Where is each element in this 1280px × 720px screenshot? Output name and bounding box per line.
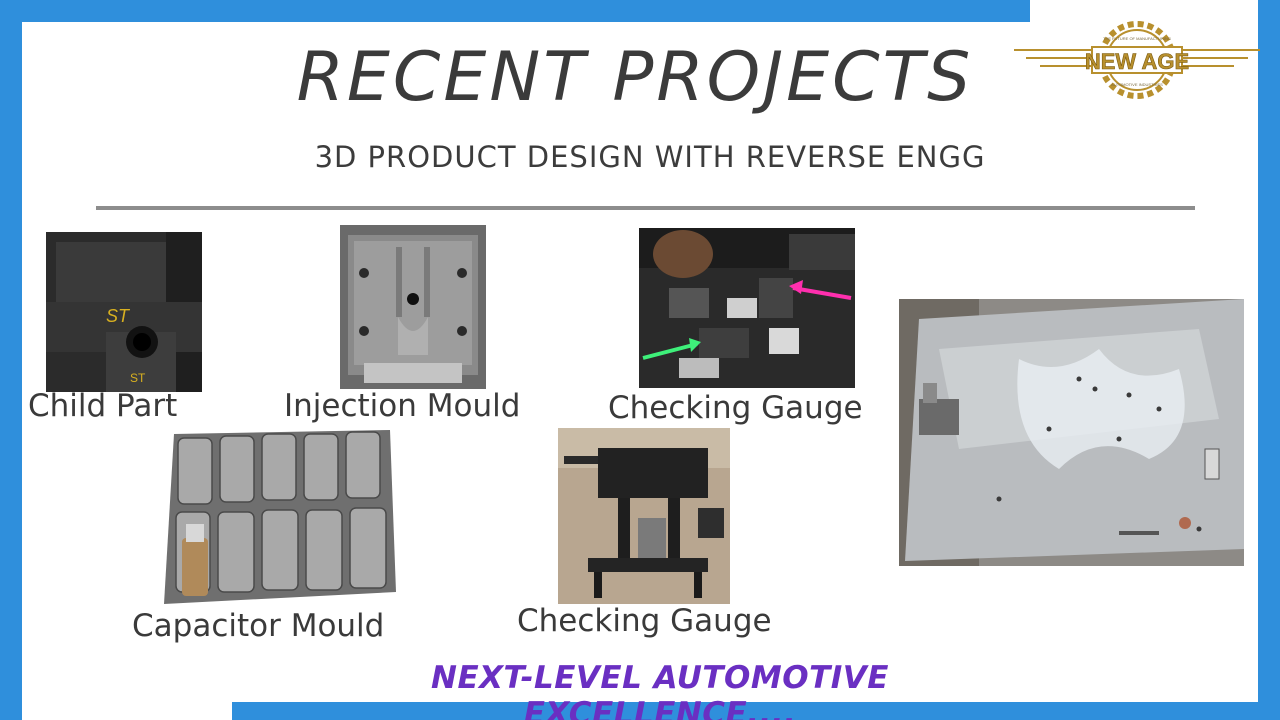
svg-text:ST: ST <box>130 371 146 385</box>
slide-title: RECENT PROJECTS <box>296 38 974 117</box>
caption-checking-gauge-2: Checking Gauge <box>517 603 772 639</box>
injection-mould-photo <box>340 225 486 389</box>
slide-subtitle: 3D PRODUCT DESIGN WITH REVERSE ENGG <box>314 140 986 174</box>
checking-gauge-photo-1 <box>639 228 855 388</box>
checking-gauge-photo-2 <box>558 428 730 604</box>
slide: NEW AGE THE FUTURE OF MANUFACTURING AUTO… <box>0 0 1280 720</box>
caption-child-part: Child Part <box>28 388 178 424</box>
caption-capacitor-mould: Capacitor Mould <box>132 608 385 644</box>
title-divider <box>96 206 1195 210</box>
slide-tagline: NEXT-LEVEL AUTOMOTIVE EXCELLENCE.... <box>431 660 889 720</box>
fixture-plate-photo <box>899 299 1244 566</box>
child-part-photo: ST ST <box>46 232 202 392</box>
capacitor-mould-photo <box>160 428 398 608</box>
caption-checking-gauge-1: Checking Gauge <box>608 390 863 426</box>
frame-top-bar <box>0 0 1030 22</box>
svg-text:ST: ST <box>106 306 131 326</box>
caption-injection-mould: Injection Mould <box>284 388 521 424</box>
